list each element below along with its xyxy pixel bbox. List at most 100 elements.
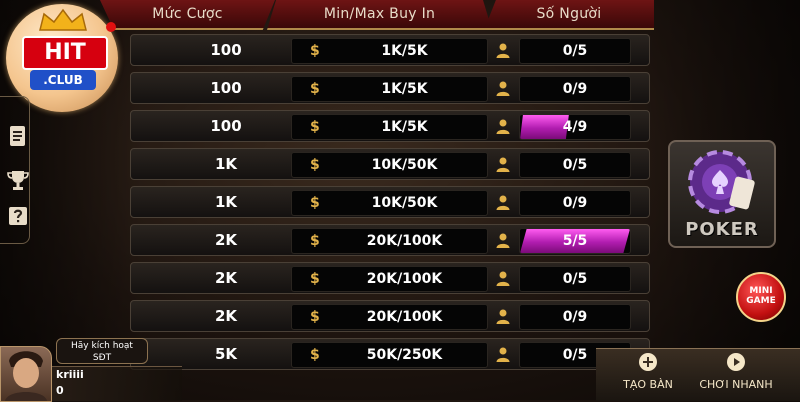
room-row[interactable]: 2K $ 20K/100K 0/5	[130, 262, 650, 294]
room-buyin-box: $ 20K/100K	[291, 304, 488, 330]
room-players-box: 5/5	[519, 228, 631, 254]
room-buyin: 50K/250K	[366, 347, 443, 363]
bottom-action-bar: TẠO BÀN CHƠI NHANH	[596, 348, 800, 401]
room-players-box: 0/9	[519, 304, 631, 330]
room-players-box: 4/9	[519, 114, 631, 140]
room-players: 0/9	[562, 309, 588, 325]
room-bet: 2K	[214, 269, 238, 287]
user-icon	[496, 309, 510, 324]
table-header: Mức Cược Min/Max Buy In Số Người	[100, 0, 655, 30]
poker-label: POKER	[685, 219, 759, 240]
dollar-icon: $	[310, 195, 320, 211]
room-buyin-box: $ 20K/100K	[291, 266, 488, 292]
dollar-icon: $	[310, 233, 320, 249]
create-table-button[interactable]: TẠO BÀN	[608, 353, 688, 391]
balance: 0	[56, 384, 64, 397]
room-buyin-box: $ 50K/250K	[291, 342, 488, 368]
room-bet: 100	[210, 41, 242, 59]
poker-game-tile[interactable]: POKER	[668, 140, 776, 248]
room-players: 0/5	[562, 271, 588, 287]
user-icon	[496, 81, 510, 96]
room-buyin: 10K/50K	[371, 157, 438, 173]
logo-sub-text: .CLUB	[30, 70, 96, 90]
document-icon[interactable]	[6, 124, 30, 148]
room-bet: 1K	[214, 193, 238, 211]
room-players: 0/9	[562, 195, 588, 211]
play-icon	[727, 353, 745, 371]
quick-play-label: CHƠI NHANH	[699, 378, 773, 391]
room-buyin-box: $ 1K/5K	[291, 114, 488, 140]
room-buyin-box: $ 10K/50K	[291, 190, 488, 216]
room-buyin: 1K/5K	[381, 43, 428, 59]
room-players-box: 0/9	[519, 190, 631, 216]
room-players: 0/5	[562, 157, 588, 173]
room-list: 100 $ 1K/5K 0/5 100 $ 1K/5K 0/9 100 $ 1K…	[130, 34, 650, 376]
poker-chip-icon	[688, 150, 755, 214]
room-players-box: 0/5	[519, 266, 631, 292]
room-row[interactable]: 2K $ 20K/100K 0/9	[130, 300, 650, 332]
player-profile: Hãy kích hoạt SĐT kriiii 0	[0, 338, 182, 402]
room-players: 4/9	[562, 119, 588, 135]
dollar-icon: $	[310, 347, 320, 363]
room-bet: 5K	[214, 345, 238, 363]
user-icon	[496, 347, 510, 362]
room-row[interactable]: 2K $ 20K/100K 5/5	[130, 224, 650, 256]
user-icon	[496, 271, 510, 286]
dollar-icon: $	[310, 157, 320, 173]
dollar-icon: $	[310, 309, 320, 325]
user-icon	[496, 157, 510, 172]
room-players-box: 0/5	[519, 38, 631, 64]
room-row[interactable]: 100 $ 1K/5K 0/5	[130, 34, 650, 66]
username: kriiii	[56, 368, 84, 381]
room-buyin: 10K/50K	[371, 195, 438, 211]
mini-game-line1: MINI	[749, 286, 773, 296]
dollar-icon: $	[310, 119, 320, 135]
header-players: Số Người	[484, 0, 654, 30]
logo-main-text: HIT	[22, 36, 108, 70]
dollar-icon: $	[310, 271, 320, 287]
create-table-label: TẠO BÀN	[623, 378, 673, 391]
dollar-icon: $	[310, 43, 320, 59]
room-players-box: 0/5	[519, 152, 631, 178]
room-bet: 2K	[214, 307, 238, 325]
room-row[interactable]: 100 $ 1K/5K 4/9	[130, 110, 650, 142]
activate-line2: SĐT	[92, 353, 112, 363]
room-row[interactable]: 1K $ 10K/50K 0/5	[130, 148, 650, 180]
avatar[interactable]	[0, 346, 52, 402]
user-icon	[496, 195, 510, 210]
room-bet: 1K	[214, 155, 238, 173]
user-icon	[496, 43, 510, 58]
room-bet: 100	[210, 117, 242, 135]
header-bet: Mức Cược	[100, 0, 275, 30]
room-buyin: 20K/100K	[366, 233, 443, 249]
plus-icon	[639, 353, 657, 371]
room-row[interactable]: 1K $ 10K/50K 0/9	[130, 186, 650, 218]
activate-phone-button[interactable]: Hãy kích hoạt SĐT	[56, 338, 148, 364]
avatar-face-icon	[5, 351, 47, 401]
room-buyin: 1K/5K	[381, 81, 428, 97]
user-icon	[496, 119, 510, 134]
room-row[interactable]: 5K $ 50K/250K 0/5	[130, 338, 650, 370]
room-buyin: 20K/100K	[366, 271, 443, 287]
room-buyin-box: $ 10K/50K	[291, 152, 488, 178]
room-players: 0/9	[562, 81, 588, 97]
user-icon	[496, 233, 510, 248]
room-players: 0/5	[562, 43, 588, 59]
crown-icon	[39, 8, 87, 31]
activate-line1: Hãy kích hoạt	[71, 341, 133, 351]
help-icon[interactable]	[6, 204, 30, 228]
notification-dot	[106, 22, 116, 32]
mini-game-button[interactable]: MINI GAME	[736, 272, 786, 322]
room-players-box: 0/9	[519, 76, 631, 102]
mini-game-line2: GAME	[746, 296, 776, 306]
room-buyin: 20K/100K	[366, 309, 443, 325]
room-row[interactable]: 100 $ 1K/5K 0/9	[130, 72, 650, 104]
trophy-icon[interactable]	[6, 168, 30, 192]
room-buyin: 1K/5K	[381, 119, 428, 135]
dollar-icon: $	[310, 81, 320, 97]
room-bet: 2K	[214, 231, 238, 249]
room-players: 5/5	[562, 233, 588, 249]
room-buyin-box: $ 20K/100K	[291, 228, 488, 254]
quick-play-button[interactable]: CHƠI NHANH	[696, 353, 776, 391]
header-buyin: Min/Max Buy In	[267, 0, 492, 30]
